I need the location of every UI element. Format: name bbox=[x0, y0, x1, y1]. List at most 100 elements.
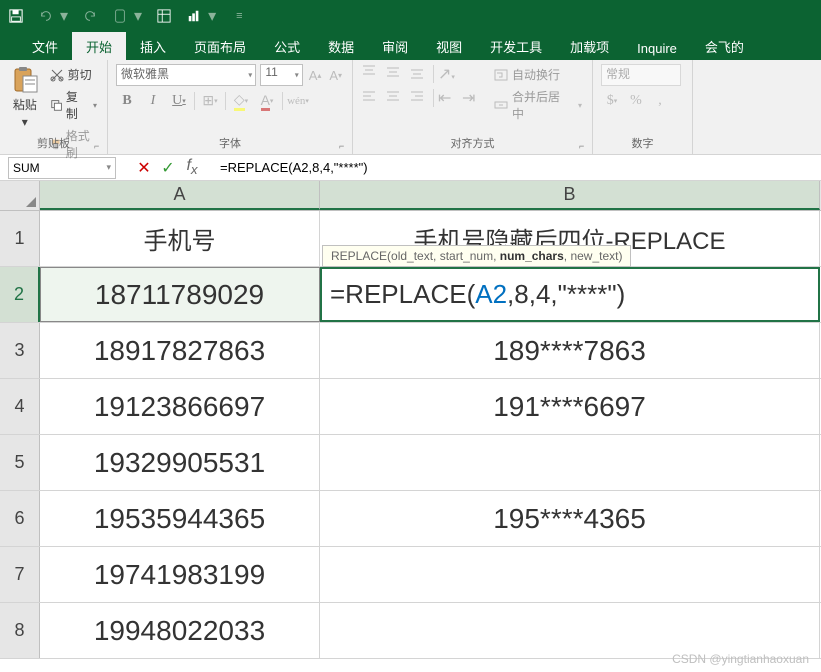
fill-color-button[interactable]: ◇▾ bbox=[230, 90, 252, 112]
tab-view[interactable]: 视图 bbox=[422, 32, 476, 60]
percent-format-icon[interactable]: % bbox=[625, 90, 647, 112]
align-middle-icon[interactable] bbox=[385, 64, 405, 84]
save-icon[interactable] bbox=[8, 8, 24, 24]
tab-inquire[interactable]: Inquire bbox=[623, 36, 691, 60]
row-header-8[interactable]: 8 bbox=[0, 603, 40, 658]
undo-icon[interactable] bbox=[38, 8, 54, 24]
cancel-button[interactable]: ✕ bbox=[132, 157, 156, 179]
dialog-launcher-icon[interactable]: ⌐ bbox=[579, 141, 589, 151]
accounting-format-icon[interactable]: $▾ bbox=[601, 90, 623, 112]
dialog-launcher-icon[interactable]: ⌐ bbox=[94, 141, 104, 151]
dialog-launcher-icon[interactable]: ⌐ bbox=[339, 141, 349, 151]
tab-data[interactable]: 数据 bbox=[314, 32, 368, 60]
qat-customize-icon[interactable]: ≡ bbox=[236, 10, 242, 22]
cell-b7[interactable] bbox=[320, 547, 820, 602]
formula-input[interactable] bbox=[216, 157, 821, 179]
align-bottom-icon[interactable] bbox=[409, 64, 429, 84]
paste-label: 粘贴 bbox=[13, 96, 37, 113]
cell-a7[interactable]: 19741983199 bbox=[40, 547, 320, 602]
row-header-7[interactable]: 7 bbox=[0, 547, 40, 602]
tab-review[interactable]: 审阅 bbox=[368, 32, 422, 60]
chevron-down-icon[interactable]: ▾ bbox=[208, 6, 216, 26]
clipboard-label: 剪贴板 bbox=[0, 135, 107, 151]
decrease-font-icon[interactable]: A▾ bbox=[327, 65, 344, 85]
align-center-icon[interactable] bbox=[385, 88, 405, 108]
font-color-button[interactable]: A▾ bbox=[256, 90, 278, 112]
col-header-a[interactable]: A bbox=[40, 181, 320, 210]
row-header-1[interactable]: 1 bbox=[0, 211, 40, 266]
cell-b5[interactable] bbox=[320, 435, 820, 490]
cell-a2[interactable]: 18711789029 bbox=[40, 267, 320, 322]
copy-button[interactable]: 复制▾ bbox=[48, 86, 99, 124]
cell-a8[interactable]: 19948022033 bbox=[40, 603, 320, 658]
tab-file[interactable]: 文件 bbox=[18, 32, 72, 60]
increase-indent-icon[interactable]: ⇥ bbox=[462, 88, 482, 108]
insert-function-button[interactable]: fx bbox=[180, 157, 204, 179]
formula-bar: SUM▾ ✕ ✓ fx bbox=[0, 155, 821, 181]
cell-a1[interactable]: 手机号 bbox=[40, 211, 320, 266]
font-size-combo[interactable]: 11▾ bbox=[260, 64, 302, 86]
row-header-6[interactable]: 6 bbox=[0, 491, 40, 546]
chart-icon[interactable] bbox=[186, 8, 202, 24]
chevron-down-icon[interactable]: ▾ bbox=[106, 162, 111, 173]
redo-icon[interactable] bbox=[82, 8, 98, 24]
orientation-icon[interactable]: ↗▾ bbox=[438, 64, 458, 84]
border-button[interactable]: ⊞▾ bbox=[199, 90, 221, 112]
ribbon-tabs: 文件 开始 插入 页面布局 公式 数据 审阅 视图 开发工具 加载项 Inqui… bbox=[0, 32, 821, 60]
clipboard-group: 粘贴 ▾ 剪切 复制▾ 格式刷 剪贴板 ⌐ bbox=[0, 60, 108, 154]
font-label: 字体 bbox=[108, 135, 352, 151]
font-name-combo[interactable]: 微软雅黑▾ bbox=[116, 64, 256, 86]
table-row: 5 19329905531 bbox=[0, 435, 821, 491]
tab-developer[interactable]: 开发工具 bbox=[476, 32, 556, 60]
comma-format-icon[interactable]: , bbox=[649, 90, 671, 112]
pivot-table-icon[interactable] bbox=[156, 8, 172, 24]
tab-custom[interactable]: 会飞的 bbox=[691, 32, 758, 60]
wrap-text-button[interactable]: 自动换行 bbox=[492, 64, 584, 85]
italic-button[interactable]: I bbox=[142, 90, 164, 112]
cell-b6[interactable]: 195****4365 bbox=[320, 491, 820, 546]
row-header-5[interactable]: 5 bbox=[0, 435, 40, 490]
number-format-combo[interactable]: 常规 bbox=[601, 64, 681, 86]
col-header-b[interactable]: B bbox=[320, 181, 820, 210]
table-row: 3 18917827863 189****7863 bbox=[0, 323, 821, 379]
table-row: 8 19948022033 bbox=[0, 603, 821, 659]
cell-a5[interactable]: 19329905531 bbox=[40, 435, 320, 490]
cell-b3[interactable]: 189****7863 bbox=[320, 323, 820, 378]
row-header-2[interactable]: 2 bbox=[0, 267, 40, 322]
watermark: CSDN @yingtianhaoxuan bbox=[672, 652, 809, 666]
chevron-down-icon[interactable]: ▾ bbox=[134, 6, 142, 26]
tab-formulas[interactable]: 公式 bbox=[260, 32, 314, 60]
phonetic-button[interactable]: wén▾ bbox=[287, 90, 309, 112]
bold-button[interactable]: B bbox=[116, 90, 138, 112]
chevron-down-icon[interactable]: ▾ bbox=[22, 115, 28, 129]
cell-a6[interactable]: 19535944365 bbox=[40, 491, 320, 546]
increase-font-icon[interactable]: A▴ bbox=[307, 65, 324, 85]
tab-insert[interactable]: 插入 bbox=[126, 32, 180, 60]
tab-addins[interactable]: 加载项 bbox=[556, 32, 623, 60]
align-left-icon[interactable] bbox=[361, 88, 381, 108]
row-header-4[interactable]: 4 bbox=[0, 379, 40, 434]
cell-a4[interactable]: 19123866697 bbox=[40, 379, 320, 434]
select-all-corner[interactable] bbox=[0, 181, 40, 210]
underline-button[interactable]: U▾ bbox=[168, 90, 190, 112]
tab-layout[interactable]: 页面布局 bbox=[180, 32, 260, 60]
align-top-icon[interactable] bbox=[361, 64, 381, 84]
font-group: 微软雅黑▾ 11▾ A▴ A▾ B I U▾ ⊞▾ ◇▾ A▾ wén▾ 字体 … bbox=[108, 60, 353, 154]
cell-b2[interactable]: =REPLACE(A2,8,4,"****") bbox=[320, 267, 820, 322]
row-header-3[interactable]: 3 bbox=[0, 323, 40, 378]
tab-home[interactable]: 开始 bbox=[72, 32, 126, 60]
chevron-down-icon[interactable]: ▾ bbox=[60, 6, 68, 26]
alignment-group: ↗▾ ⇤ ⇥ 自动换行 合并后居中▾ 对齐方式 ⌐ bbox=[353, 60, 593, 154]
cell-a3[interactable]: 18917827863 bbox=[40, 323, 320, 378]
merge-center-button[interactable]: 合并后居中▾ bbox=[492, 86, 584, 124]
align-right-icon[interactable] bbox=[409, 88, 429, 108]
enter-button[interactable]: ✓ bbox=[156, 157, 180, 179]
cell-b8[interactable] bbox=[320, 603, 820, 658]
alignment-label: 对齐方式 bbox=[353, 135, 592, 151]
cut-button[interactable]: 剪切 bbox=[48, 64, 99, 85]
decrease-indent-icon[interactable]: ⇤ bbox=[438, 88, 458, 108]
cell-b4[interactable]: 191****6697 bbox=[320, 379, 820, 434]
touch-mode-icon[interactable] bbox=[112, 8, 128, 24]
table-row: 4 19123866697 191****6697 bbox=[0, 379, 821, 435]
quick-access-toolbar: ▾ ▾ ▾ ≡ bbox=[0, 0, 821, 32]
